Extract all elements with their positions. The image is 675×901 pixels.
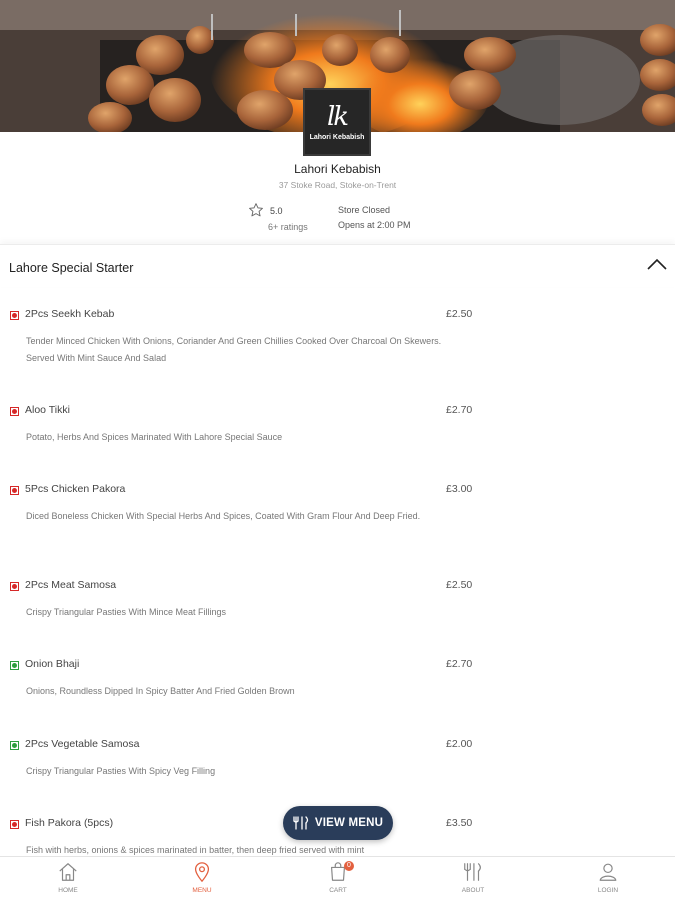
store-name: Lahori Kebabish xyxy=(294,162,381,176)
item-description: Diced Boneless Chicken With Special Herb… xyxy=(26,511,421,521)
item-name: 2Pcs Seekh Kebab xyxy=(25,308,115,320)
item-description: Onions, Roundless Dipped In Spicy Batter… xyxy=(26,686,295,696)
non-veg-indicator-icon xyxy=(10,407,19,416)
category-header[interactable]: Lahore Special Starter xyxy=(0,244,675,287)
item-name: 5Pcs Chicken Pakora xyxy=(25,483,126,495)
store-address: 37 Stoke Road, Stoke-on-Trent xyxy=(278,180,397,190)
rating-count: 6+ ratings xyxy=(268,222,308,232)
store-opening-time: Opens at 2:00 PM xyxy=(338,220,411,230)
item-price: £3.00 xyxy=(446,483,473,495)
item-name: Aloo Tikki xyxy=(25,404,70,416)
nav-login[interactable]: LOGIN xyxy=(578,861,638,894)
view-menu-button[interactable]: VIEW MENU xyxy=(283,806,393,840)
item-description: Crispy Triangular Pasties With Spicy Veg… xyxy=(26,766,216,776)
item-price: £3.50 xyxy=(446,817,473,829)
item-description: Crispy Triangular Pasties With Mince Mea… xyxy=(26,607,227,617)
non-veg-indicator-icon xyxy=(10,582,19,591)
non-veg-indicator-icon xyxy=(10,311,19,320)
store-status: Store Closed xyxy=(338,205,391,215)
item-description: Potato, Herbs And Spices Marinated With … xyxy=(26,432,283,442)
non-veg-indicator-icon xyxy=(10,820,19,829)
nav-about[interactable]: ABOUT xyxy=(443,861,503,894)
veg-indicator-icon xyxy=(10,661,19,670)
item-price: £2.50 xyxy=(446,308,473,320)
item-name: 2Pcs Meat Samosa xyxy=(25,579,117,591)
item-name: Fish Pakora (5pcs) xyxy=(25,817,114,829)
home-icon xyxy=(59,863,77,881)
nav-label: MENU xyxy=(192,887,212,894)
nav-label: CART xyxy=(329,887,347,894)
nav-label: HOME xyxy=(58,887,78,894)
item-price: £2.00 xyxy=(446,738,473,750)
store-logo: lk Lahori Kebabish xyxy=(303,88,371,156)
utensils-icon xyxy=(464,863,481,881)
non-veg-indicator-icon xyxy=(10,486,19,495)
item-name: Onion Bhaji xyxy=(25,658,80,670)
rating-value: 5.0 xyxy=(270,206,283,216)
cart-count-badge: 0 xyxy=(344,861,354,871)
category-title: Lahore Special Starter xyxy=(9,261,134,275)
item-price: £2.50 xyxy=(446,579,473,591)
nav-label: ABOUT xyxy=(461,887,485,894)
chevron-up-icon[interactable] xyxy=(645,256,669,272)
nav-menu[interactable]: MENU xyxy=(172,861,232,894)
logo-monogram: lk xyxy=(326,101,349,132)
logo-wordmark: Lahori Kebabish xyxy=(309,133,365,141)
item-price: £2.70 xyxy=(446,658,473,670)
nav-cart[interactable]: 0 CART xyxy=(308,861,368,894)
star-icon xyxy=(249,203,263,217)
nav-label: LOGIN xyxy=(597,887,619,894)
utensils-icon xyxy=(293,816,309,830)
veg-indicator-icon xyxy=(10,741,19,750)
view-menu-label: VIEW MENU xyxy=(314,817,384,829)
location-pin-icon xyxy=(194,862,210,883)
item-price: £2.70 xyxy=(446,404,473,416)
item-description: Tender Minced Chicken With Onions, Coria… xyxy=(26,336,442,363)
nav-home[interactable]: HOME xyxy=(38,861,98,894)
bottom-navigation: HOME MENU 0 CART ABOUT LOGIN xyxy=(0,856,675,901)
user-icon xyxy=(599,863,617,881)
item-name: 2Pcs Vegetable Samosa xyxy=(25,738,140,750)
